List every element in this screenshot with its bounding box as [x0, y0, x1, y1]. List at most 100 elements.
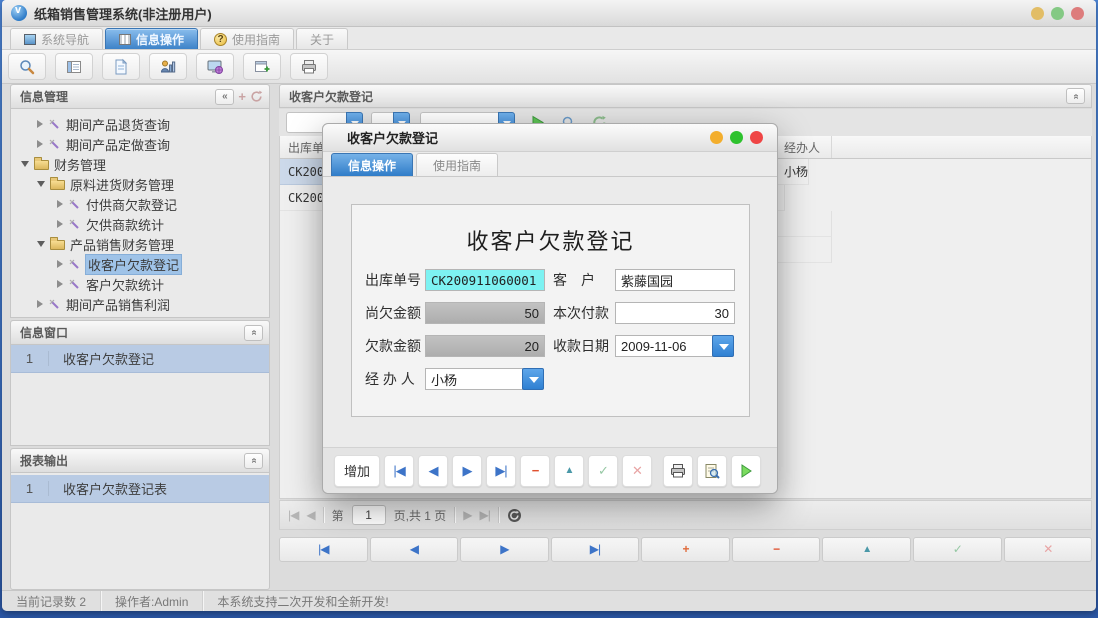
- maximize-button[interactable]: [1051, 7, 1064, 20]
- dialog-tab-info-ops[interactable]: 信息操作: [331, 153, 413, 176]
- tab-info-ops[interactable]: 信息操作: [105, 28, 198, 49]
- form-row: 经 办 人 小杨: [365, 367, 741, 391]
- refresh-icon[interactable]: [250, 90, 263, 103]
- window-add-button[interactable]: [243, 53, 281, 80]
- tree-item-selected[interactable]: 收客户欠款登记: [11, 254, 269, 274]
- tree-item[interactable]: 期间产品销售利润: [11, 294, 269, 314]
- tree-item[interactable]: 期间产品定做查询: [11, 134, 269, 154]
- info-window-row[interactable]: 1 收客户欠款登记: [11, 345, 269, 373]
- dialog-tab-user-guide[interactable]: 使用指南: [416, 153, 498, 176]
- tree-item-label: 客户欠款统计: [86, 275, 164, 294]
- date-field[interactable]: 2009-11-06: [615, 335, 713, 357]
- window-add-icon: [253, 58, 271, 76]
- row-index: 1: [11, 351, 49, 366]
- collapse-arrow-icon[interactable]: [21, 161, 29, 167]
- add-icon[interactable]: +: [238, 89, 246, 104]
- delete-record-button[interactable]: −: [520, 455, 550, 487]
- prev-record-button[interactable]: ◀: [418, 455, 448, 487]
- confirm-button[interactable]: ✓: [913, 537, 1002, 562]
- run-button[interactable]: [731, 455, 761, 487]
- expand-arrow-icon[interactable]: [37, 300, 43, 308]
- search-button[interactable]: [8, 53, 46, 80]
- print-button[interactable]: [290, 53, 328, 80]
- tree-item[interactable]: 产品销售财务管理: [11, 234, 269, 254]
- print-button[interactable]: [663, 455, 693, 487]
- column-header-handler[interactable]: 经办人: [776, 136, 832, 158]
- refresh-icon[interactable]: [507, 508, 522, 523]
- first-record-button[interactable]: |◀: [279, 537, 368, 562]
- payment-field[interactable]: 30: [615, 302, 735, 324]
- monitor-button[interactable]: [196, 53, 234, 80]
- delete-record-button[interactable]: −: [732, 537, 821, 562]
- handler-select[interactable]: 小杨: [425, 368, 544, 390]
- expand-arrow-icon[interactable]: [37, 120, 43, 128]
- tree-item[interactable]: 原料进货财务管理: [11, 174, 269, 194]
- expand-arrow-icon[interactable]: [57, 200, 63, 208]
- payment-label: 本次付款: [553, 303, 615, 323]
- last-record-button[interactable]: ▶|: [551, 537, 640, 562]
- collapse-arrow-icon[interactable]: [37, 241, 45, 247]
- tree-item[interactable]: 客户欠款统计: [11, 274, 269, 294]
- panel-title: 报表输出: [20, 452, 68, 469]
- handler-field[interactable]: 小杨: [425, 368, 523, 390]
- tree-item[interactable]: 财务管理: [11, 154, 269, 174]
- order-no-field[interactable]: CK200911060001: [425, 269, 545, 291]
- dialog-close-button[interactable]: [750, 131, 763, 144]
- cancel-button[interactable]: ✕: [1004, 537, 1093, 562]
- debt-label: 欠款金额: [365, 336, 425, 356]
- tab-user-guide[interactable]: ? 使用指南: [200, 28, 294, 49]
- edit-record-button[interactable]: ▲: [822, 537, 911, 562]
- collapse-up-button[interactable]: «: [1066, 88, 1085, 104]
- add-button[interactable]: 增加: [334, 455, 380, 487]
- prev-record-button[interactable]: ◀: [370, 537, 459, 562]
- last-page-button[interactable]: ▶|: [480, 508, 490, 522]
- report-output-row[interactable]: 1 收客户欠款登记表: [11, 475, 269, 503]
- tree-item[interactable]: 欠供商款统计: [11, 214, 269, 234]
- add-record-button[interactable]: +: [641, 537, 730, 562]
- tab-system-nav[interactable]: 系统导航: [10, 28, 103, 49]
- wand-icon: [48, 118, 61, 131]
- chevron-down-icon[interactable]: [522, 368, 544, 390]
- expand-arrow-icon[interactable]: [57, 220, 63, 228]
- first-record-button[interactable]: |◀: [384, 455, 414, 487]
- expand-arrow-icon[interactable]: [57, 260, 63, 268]
- expand-arrow-icon[interactable]: [37, 140, 43, 148]
- last-record-button[interactable]: ▶|: [486, 455, 516, 487]
- collapse-up-button[interactable]: «: [244, 325, 263, 341]
- collapse-left-button[interactable]: «: [215, 89, 234, 105]
- tree-item[interactable]: 期间产品退货查询: [11, 114, 269, 134]
- print-preview-button[interactable]: [697, 455, 727, 487]
- pagination-bar: |◀ ◀ 第 1 页,共 1 页 ▶ ▶|: [279, 500, 1092, 530]
- status-bar: 当前记录数 2 操作者:Admin 本系统支持二次开发和全新开发!: [2, 590, 1096, 611]
- expand-arrow-icon[interactable]: [57, 280, 63, 288]
- minimize-button[interactable]: [1031, 7, 1044, 20]
- page-number-input[interactable]: 1: [352, 505, 386, 525]
- collapse-up-button[interactable]: «: [244, 453, 263, 469]
- remaining-amount-field: 50: [425, 302, 545, 324]
- dialog-minimize-button[interactable]: [710, 131, 723, 144]
- report-output-header: 报表输出 «: [11, 449, 269, 473]
- edit-record-button[interactable]: ▲: [554, 455, 584, 487]
- next-record-button[interactable]: ▶: [460, 537, 549, 562]
- confirm-button[interactable]: ✓: [588, 455, 618, 487]
- cancel-button[interactable]: ✕: [622, 455, 652, 487]
- debt-form-panel: 收客户欠款登记 出库单号 CK200911060001 客 户 紫藤国园 尚欠金…: [351, 204, 750, 417]
- document-button[interactable]: [102, 53, 140, 80]
- first-page-button[interactable]: |◀: [288, 508, 298, 522]
- next-page-button[interactable]: ▶: [463, 508, 471, 522]
- chevron-down-icon[interactable]: [712, 335, 734, 357]
- user-report-button[interactable]: [149, 53, 187, 80]
- next-record-button[interactable]: ▶: [452, 455, 482, 487]
- customer-field[interactable]: 紫藤国园: [615, 269, 735, 291]
- dialog-maximize-button[interactable]: [730, 131, 743, 144]
- folder-icon: [34, 160, 49, 170]
- list-view-button[interactable]: [55, 53, 93, 80]
- prev-page-button[interactable]: ◀: [306, 508, 314, 522]
- cell-handler: 小杨: [776, 159, 809, 185]
- row-label: 收客户欠款登记表: [49, 479, 167, 498]
- tab-about[interactable]: 关于: [296, 28, 348, 49]
- tree-item[interactable]: 付供商欠款登记: [11, 194, 269, 214]
- collapse-arrow-icon[interactable]: [37, 181, 45, 187]
- close-button[interactable]: [1071, 7, 1084, 20]
- date-picker[interactable]: 2009-11-06: [615, 335, 734, 357]
